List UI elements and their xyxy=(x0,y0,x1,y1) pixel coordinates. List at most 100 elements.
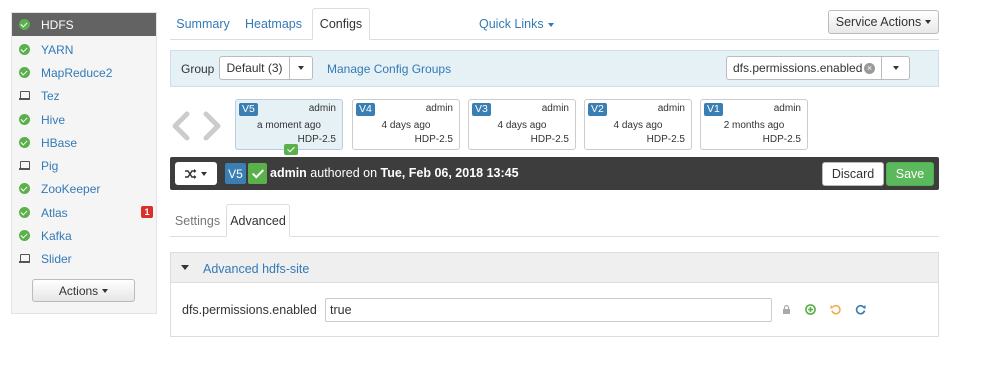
discard-button[interactable]: Discard xyxy=(822,162,884,186)
version-card-v4[interactable]: V4 admin 4 days ago HDP-2.5 xyxy=(352,99,460,150)
sidebar-item-pig[interactable]: Pig xyxy=(12,154,156,177)
check-circle-icon xyxy=(19,67,30,78)
authored-text: authored on xyxy=(310,166,378,180)
sidebar-actions-button[interactable]: Actions xyxy=(32,279,135,302)
version-author: admin xyxy=(541,103,569,114)
collapse-caret-icon[interactable] xyxy=(181,265,189,270)
alert-count-badge[interactable]: 1 xyxy=(141,206,153,218)
check-circle-icon xyxy=(19,207,30,218)
authored-info: admin authored on Tue, Feb 06, 2018 13:4… xyxy=(270,166,519,180)
sidebar-item-label: MapReduce2 xyxy=(41,65,113,80)
panel-title[interactable]: Advanced hdfs-site xyxy=(203,262,309,276)
filter-options-dropdown[interactable] xyxy=(881,56,910,80)
version-badge: V4 xyxy=(356,103,375,116)
check-circle-icon xyxy=(19,19,30,30)
version-date: Tue, Feb 06, 2018 13:45 xyxy=(380,166,519,180)
laptop-icon xyxy=(19,253,30,264)
sidebar-item-mapreduce2[interactable]: MapReduce2 xyxy=(12,61,156,84)
caret-down-icon xyxy=(925,20,932,24)
caret-down-icon xyxy=(102,288,109,293)
laptop-icon xyxy=(19,160,30,171)
quick-links-label: Quick Links xyxy=(479,17,544,31)
sidebar-item-hdfs[interactable]: HDFS xyxy=(12,13,156,36)
tab-summary[interactable]: Summary xyxy=(170,8,236,40)
version-author: admin xyxy=(308,103,336,114)
version-author: admin xyxy=(425,103,453,114)
tab-label: Heatmaps xyxy=(245,17,302,31)
config-filter-input[interactable]: dfs.permissions.enabled xyxy=(726,56,882,80)
sidebar-item-atlas[interactable]: Atlas 1 xyxy=(12,201,156,224)
sidebar-item-label: Atlas xyxy=(41,205,68,220)
version-date: 2 months ago xyxy=(723,120,785,131)
version-stack: HDP-2.5 xyxy=(762,134,801,145)
version-card-v3[interactable]: V3 admin 4 days ago HDP-2.5 xyxy=(468,99,576,150)
service-sidebar: HDFS YARN MapReduce2 Tez Hive HBase Pig … xyxy=(11,12,157,314)
version-badge: V5 xyxy=(239,103,258,116)
advanced-hdfs-site-panel: Advanced hdfs-site dfs.permissions.enabl… xyxy=(170,252,939,337)
sidebar-item-zookeeper[interactable]: ZooKeeper xyxy=(12,177,156,200)
sidebar-item-tez[interactable]: Tez xyxy=(12,84,156,107)
tab-label: Configs xyxy=(319,17,363,31)
discard-label: Discard xyxy=(831,167,875,181)
check-circle-icon xyxy=(19,44,30,55)
sidebar-item-label: Hive xyxy=(41,112,66,127)
version-date: 4 days ago xyxy=(381,120,431,131)
panel-header[interactable]: Advanced hdfs-site xyxy=(171,253,938,283)
current-version-check-icon xyxy=(284,144,298,155)
property-name: dfs.permissions.enabled xyxy=(182,303,317,317)
version-stack: HDP-2.5 xyxy=(414,134,453,145)
version-date: 4 days ago xyxy=(613,120,663,131)
service-actions-label: Service Actions xyxy=(835,15,922,29)
config-group-value: Default (3) xyxy=(220,57,290,79)
check-circle-icon xyxy=(19,230,30,241)
add-override-icon[interactable] xyxy=(805,304,816,315)
tab-heatmaps[interactable]: Heatmaps xyxy=(240,8,307,40)
tab-label: Summary xyxy=(176,17,230,31)
version-info-bar: V5 admin authored on Tue, Feb 06, 2018 1… xyxy=(170,157,939,190)
caret-down-icon xyxy=(201,171,207,176)
check-circle-icon xyxy=(19,137,30,148)
version-date: 4 days ago xyxy=(497,120,547,131)
save-label: Save xyxy=(895,167,925,181)
version-stack: HDP-2.5 xyxy=(297,134,336,145)
laptop-icon xyxy=(19,90,30,101)
tab-configs[interactable]: Configs xyxy=(312,8,370,40)
save-button[interactable]: Save xyxy=(886,162,934,186)
property-value-input[interactable] xyxy=(325,298,772,322)
version-card-v5[interactable]: V5 admin a moment ago HDP-2.5 xyxy=(235,99,343,155)
quick-links-dropdown[interactable]: Quick Links xyxy=(479,17,554,31)
sidebar-item-label: HBase xyxy=(41,135,78,150)
chevron-left-icon[interactable] xyxy=(170,111,192,141)
config-group-dropdown-toggle[interactable] xyxy=(290,57,312,79)
version-author: admin xyxy=(270,166,307,180)
caret-down-icon xyxy=(547,22,554,27)
compare-versions-button[interactable] xyxy=(175,162,217,185)
config-group-bar: Group Default (3) Manage Config Groups d… xyxy=(170,50,939,87)
sidebar-item-kafka[interactable]: Kafka xyxy=(12,224,156,247)
sidebar-item-label: Pig xyxy=(41,158,59,173)
current-version-check-icon xyxy=(248,163,267,184)
version-card-v2[interactable]: V2 admin 4 days ago HDP-2.5 xyxy=(584,99,692,150)
config-group-select[interactable]: Default (3) xyxy=(219,56,313,80)
shuffle-icon xyxy=(185,168,197,179)
check-circle-icon xyxy=(19,183,30,194)
sidebar-item-hive[interactable]: Hive xyxy=(12,108,156,131)
sidebar-item-hbase[interactable]: HBase xyxy=(12,131,156,154)
sidebar-item-slider[interactable]: Slider xyxy=(12,247,156,270)
version-badge: V1 xyxy=(704,103,723,116)
version-card-v1[interactable]: V1 admin 2 months ago HDP-2.5 xyxy=(700,99,808,150)
version-badge: V2 xyxy=(588,103,607,116)
sidebar-item-yarn[interactable]: YARN xyxy=(12,38,156,61)
clear-filter-icon[interactable]: × xyxy=(864,63,875,74)
version-author: admin xyxy=(773,103,801,114)
caret-down-icon xyxy=(298,66,304,70)
tab-advanced[interactable]: Advanced xyxy=(226,204,290,237)
lock-icon[interactable] xyxy=(781,304,792,315)
chevron-right-icon[interactable] xyxy=(201,111,223,141)
undo-icon[interactable] xyxy=(830,304,841,315)
tab-settings[interactable]: Settings xyxy=(170,204,225,237)
service-actions-button[interactable]: Service Actions xyxy=(828,10,939,34)
refresh-icon[interactable] xyxy=(855,304,866,315)
manage-config-groups-link[interactable]: Manage Config Groups xyxy=(327,62,451,76)
version-stack: HDP-2.5 xyxy=(530,134,569,145)
